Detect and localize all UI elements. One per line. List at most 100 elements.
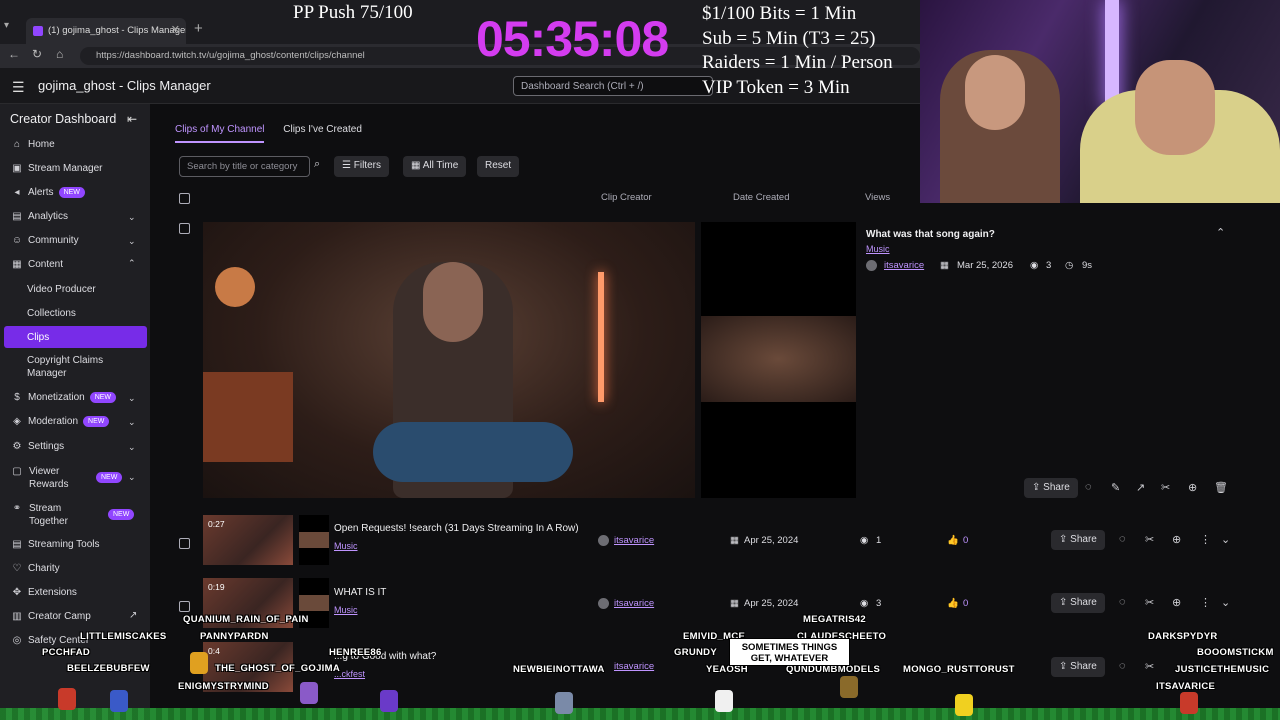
add-icon[interactable]: ⊕ <box>1172 596 1181 609</box>
clip-title[interactable]: Open Requests! !search (31 Days Streamin… <box>334 523 579 534</box>
select-all-checkbox[interactable] <box>179 193 190 204</box>
add-icon[interactable]: ⊕ <box>1172 533 1181 546</box>
clip-category[interactable]: Music <box>334 605 358 615</box>
more-icon[interactable]: ⋮ <box>1200 533 1211 546</box>
reset-button[interactable]: Reset <box>477 156 520 177</box>
sidebar-item-charity[interactable]: ♡ Charity <box>10 563 60 574</box>
calendar-icon: ▦ <box>940 260 949 271</box>
new-badge: NEW <box>83 416 110 427</box>
time-range-button[interactable]: ▦ All Time <box>403 156 467 177</box>
filters-button[interactable]: ☰ Filters <box>334 156 389 177</box>
clip-creator-link[interactable]: itsavarice <box>614 598 654 609</box>
share-icon: ⇪ <box>1032 482 1044 493</box>
clip-category[interactable]: Music <box>334 541 358 551</box>
chevron-down-icon[interactable]: ⌄ <box>128 417 136 428</box>
clip-creator-link[interactable]: itsavarice <box>614 661 654 672</box>
row-checkbox[interactable] <box>179 223 190 234</box>
sidebar-item-stream-together[interactable]: ⚭ Stream Together <box>10 502 85 528</box>
add-icon[interactable]: ⊕ <box>1188 481 1197 494</box>
sidebar-item-safety-center[interactable]: ◎ Safety Center <box>10 635 90 646</box>
clip-title[interactable]: What was that song again? <box>866 229 995 240</box>
tab-list-icon[interactable]: ▾ <box>4 20 9 31</box>
loading-icon[interactable]: ◌ <box>1119 533 1126 545</box>
backdrop-amp <box>203 372 293 462</box>
sidebar-subitem-collections[interactable]: Collections <box>27 307 76 320</box>
edit-icon[interactable]: ✎ <box>1111 481 1120 494</box>
twitch-favicon-icon <box>33 26 43 36</box>
sidebar-subitem-clips[interactable]: Clips <box>4 326 147 348</box>
sidebar-subitem-video-producer[interactable]: Video Producer <box>27 283 96 296</box>
clip-date: Mar 25, 2026 <box>957 260 1013 271</box>
clip-category[interactable]: Music <box>866 244 890 254</box>
tab-clips-ive-created[interactable]: Clips I've Created <box>283 124 362 141</box>
sidebar-item-analytics[interactable]: ▤ Analytics <box>10 211 68 222</box>
browser-tab[interactable]: (1) gojima_ghost - Clips Manager ✕ <box>26 18 186 44</box>
sidebar-item-creator-camp[interactable]: ▥ Creator Camp <box>10 611 91 622</box>
chevron-down-icon[interactable]: ⌄ <box>128 472 136 483</box>
external-link-icon[interactable]: ↗ <box>1136 481 1145 494</box>
chevron-down-icon[interactable]: ⌄ <box>1221 596 1230 609</box>
chevron-down-icon[interactable]: ⌄ <box>128 442 136 453</box>
chevron-up-icon[interactable]: ⌃ <box>1216 226 1225 239</box>
scissors-icon[interactable]: ✂ <box>1161 481 1170 494</box>
clip-preview-video[interactable] <box>203 222 695 498</box>
chat-name: DARKSPYDYR <box>1148 631 1218 642</box>
sidebar-item-content[interactable]: ▦ Content <box>10 259 63 270</box>
scissors-icon[interactable]: ✂ <box>1145 596 1154 609</box>
clip-creator-link[interactable]: itsavarice <box>884 260 924 271</box>
chevron-down-icon[interactable]: ⌄ <box>128 236 136 247</box>
sidebar-item-monetization[interactable]: $ Monetization NEW <box>10 392 117 403</box>
chevron-down-icon[interactable]: ⌄ <box>128 393 136 404</box>
delete-icon[interactable]: 🗑 <box>1214 481 1228 494</box>
chevron-down-icon[interactable]: ⌄ <box>1221 533 1230 546</box>
clip-duration: 0:27 <box>208 519 225 529</box>
close-tab-icon[interactable]: ✕ <box>171 23 180 36</box>
collapse-sidebar-icon[interactable]: ⇤ <box>127 112 137 126</box>
new-tab-icon[interactable]: + <box>194 20 203 37</box>
loading-icon[interactable]: ◌ <box>1119 596 1126 608</box>
sidebar-item-community[interactable]: ☺ Community <box>10 235 79 246</box>
clip-creator-link[interactable]: itsavarice <box>614 535 654 546</box>
scissors-icon[interactable]: ✂ <box>1145 660 1154 673</box>
reload-icon[interactable]: ↻ <box>32 47 42 61</box>
sidebar-item-moderation[interactable]: ◈ Moderation NEW <box>10 416 110 427</box>
share-button[interactable]: ⇪ Share <box>1051 530 1105 550</box>
sidebar-subitem-copyright-claims[interactable]: Copyright Claims Manager <box>27 354 127 380</box>
sidebar-item-viewer-rewards[interactable]: ▢ Viewer Rewards <box>10 465 85 491</box>
sidebar-item-streaming-tools[interactable]: ▤ Streaming Tools <box>10 539 99 550</box>
share-button[interactable]: ⇪ Share <box>1051 593 1105 613</box>
row-checkbox[interactable] <box>179 601 190 612</box>
home-icon: ⌂ <box>13 139 21 150</box>
chat-name: PCCHFAD <box>42 647 91 658</box>
sidebar-item-alerts[interactable]: ◂ Alerts NEW <box>10 187 85 198</box>
sidebar-item-home[interactable]: ⌂ Home <box>10 139 55 150</box>
row-checkbox[interactable] <box>179 538 190 549</box>
heart-icon: ♡ <box>12 563 22 574</box>
dashboard-search-input[interactable]: Dashboard Search (Ctrl + /) <box>513 76 713 96</box>
menu-icon[interactable]: ☰ <box>12 79 25 96</box>
scissors-icon[interactable]: ✂ <box>1145 533 1154 546</box>
sidebar-item-settings[interactable]: ⚙ Settings <box>10 441 65 452</box>
avatar <box>866 260 877 271</box>
back-icon[interactable]: ← <box>8 47 20 61</box>
share-button[interactable]: ⇪ Share <box>1024 478 1078 498</box>
clip-vertical-preview[interactable] <box>701 222 856 498</box>
clips-search-input[interactable]: Search by title or category <box>179 156 310 177</box>
clip-vertical-thumbnail[interactable] <box>299 515 329 565</box>
external-link-icon[interactable]: ↗ <box>129 610 137 621</box>
sidebar-item-stream-manager[interactable]: ▣ Stream Manager <box>10 163 102 174</box>
clip-title[interactable]: WHAT IS IT <box>334 587 386 598</box>
share-button[interactable]: ⇪ Share <box>1051 657 1105 677</box>
pp-push-counter: PP Push 75/100 <box>293 2 413 23</box>
more-icon[interactable]: ⋮ <box>1200 596 1211 609</box>
tab-clips-of-my-channel[interactable]: Clips of My Channel <box>175 124 265 143</box>
chevron-down-icon[interactable]: ⌄ <box>128 212 136 223</box>
search-icon[interactable]: ⌕ <box>314 158 320 171</box>
chat-name: THE_GHOST_OF_GOJIMA <box>215 663 340 674</box>
chevron-up-icon[interactable]: ⌃ <box>128 258 136 269</box>
sidebar-item-extensions[interactable]: ✥ Extensions <box>10 587 77 598</box>
loading-icon[interactable]: ◌ <box>1119 660 1126 672</box>
clip-views: 1 <box>876 535 882 546</box>
home-icon[interactable]: ⌂ <box>56 47 63 61</box>
loading-icon[interactable]: ◌ <box>1085 481 1092 493</box>
